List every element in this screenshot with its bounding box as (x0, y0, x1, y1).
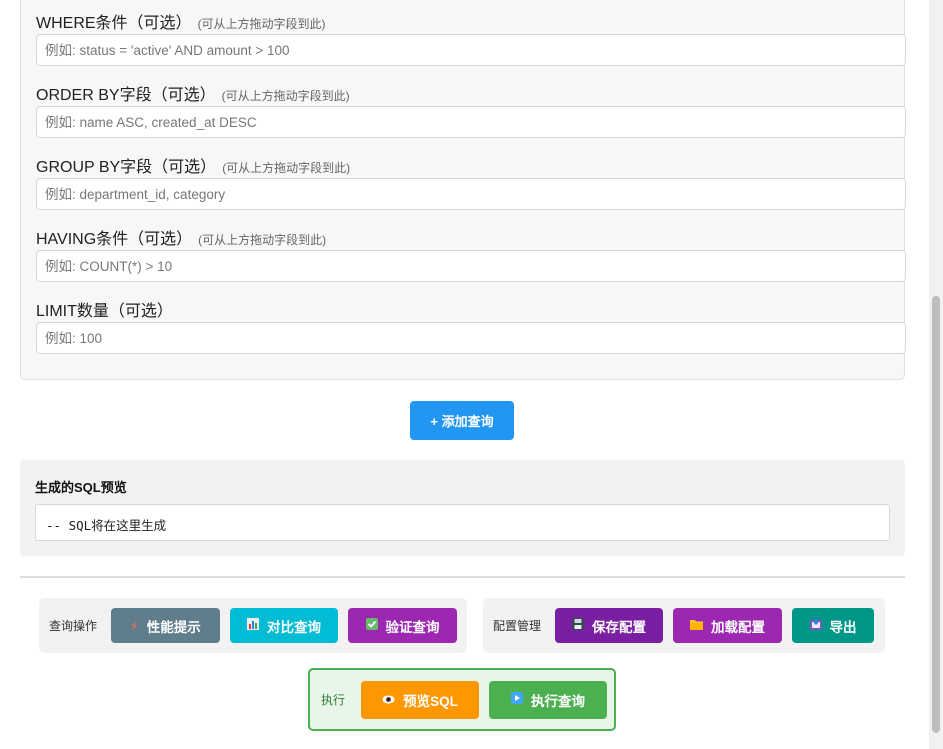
group-by-hint: (可从上方拖动字段到此) (222, 161, 351, 175)
preview-sql-button[interactable]: 预览SQL (361, 680, 480, 719)
having-hint: (可从上方拖动字段到此) (198, 233, 327, 247)
add-query-button[interactable]: + 添加查询 (410, 401, 514, 440)
where-label: WHERE条件（可选） (可从上方拖动字段到此) (36, 15, 326, 32)
floppy-disk-icon (572, 618, 585, 633)
export-icon (809, 618, 822, 633)
sql-preview-output: -- SQL将在这里生成 (35, 504, 890, 541)
group-by-input[interactable] (36, 178, 906, 210)
check-box-icon (365, 618, 378, 633)
play-icon (511, 692, 524, 707)
eye-icon (382, 693, 395, 707)
load-config-label: 加载配置 (711, 619, 766, 635)
lightning-icon: ⚡ (130, 618, 139, 633)
limit-input[interactable] (36, 322, 906, 354)
vertical-scrollbar[interactable] (929, 0, 943, 749)
compare-query-button[interactable]: 对比查询 (230, 608, 339, 643)
where-hint: (可从上方拖动字段到此) (197, 17, 326, 31)
execute-query-label: 执行查询 (531, 693, 586, 709)
load-config-button[interactable]: 加载配置 (673, 608, 783, 643)
divider (20, 576, 905, 578)
config-mgmt-label: 配置管理 (493, 619, 542, 633)
group-by-label: GROUP BY字段（可选） (可从上方拖动字段到此) (36, 159, 351, 176)
bar-chart-icon (247, 618, 260, 633)
preview-sql-label: 预览SQL (403, 693, 458, 709)
performance-tips-label: 性能提示 (146, 619, 201, 635)
execute-label: 执行 (321, 693, 346, 707)
config-mgmt-group: 配置管理 保存配置 加载配置 导出 (483, 598, 885, 653)
export-label: 导出 (829, 619, 857, 635)
save-config-label: 保存配置 (592, 619, 647, 635)
scrollbar-thumb[interactable] (932, 296, 940, 733)
order-by-input[interactable] (36, 106, 906, 138)
order-by-hint: (可从上方拖动字段到此) (221, 89, 350, 103)
having-input[interactable] (36, 250, 906, 282)
folder-icon (690, 619, 704, 633)
performance-tips-button[interactable]: ⚡ 性能提示 (111, 608, 221, 643)
validate-query-button[interactable]: 验证查询 (348, 608, 458, 643)
sql-preview-panel: 生成的SQL预览 -- SQL将在这里生成 (20, 460, 905, 556)
save-config-button[interactable]: 保存配置 (555, 608, 664, 643)
validate-query-label: 验证查询 (385, 619, 440, 635)
limit-label: LIMIT数量（可选） (36, 303, 173, 320)
having-label: HAVING条件（可选） (可从上方拖动字段到此) (36, 231, 327, 248)
sql-preview-title: 生成的SQL预览 (35, 480, 127, 495)
query-ops-label: 查询操作 (49, 619, 98, 633)
where-input[interactable] (36, 34, 906, 66)
export-button[interactable]: 导出 (792, 608, 875, 643)
execute-query-button[interactable]: 执行查询 (489, 680, 608, 719)
execute-group: 执行 预览SQL 执行查询 (308, 668, 616, 731)
order-by-label: ORDER BY字段（可选） (可从上方拖动字段到此) (36, 87, 350, 104)
compare-query-label: 对比查询 (267, 619, 322, 635)
query-ops-group: 查询操作 ⚡ 性能提示 对比查询 验证查询 (39, 598, 467, 653)
